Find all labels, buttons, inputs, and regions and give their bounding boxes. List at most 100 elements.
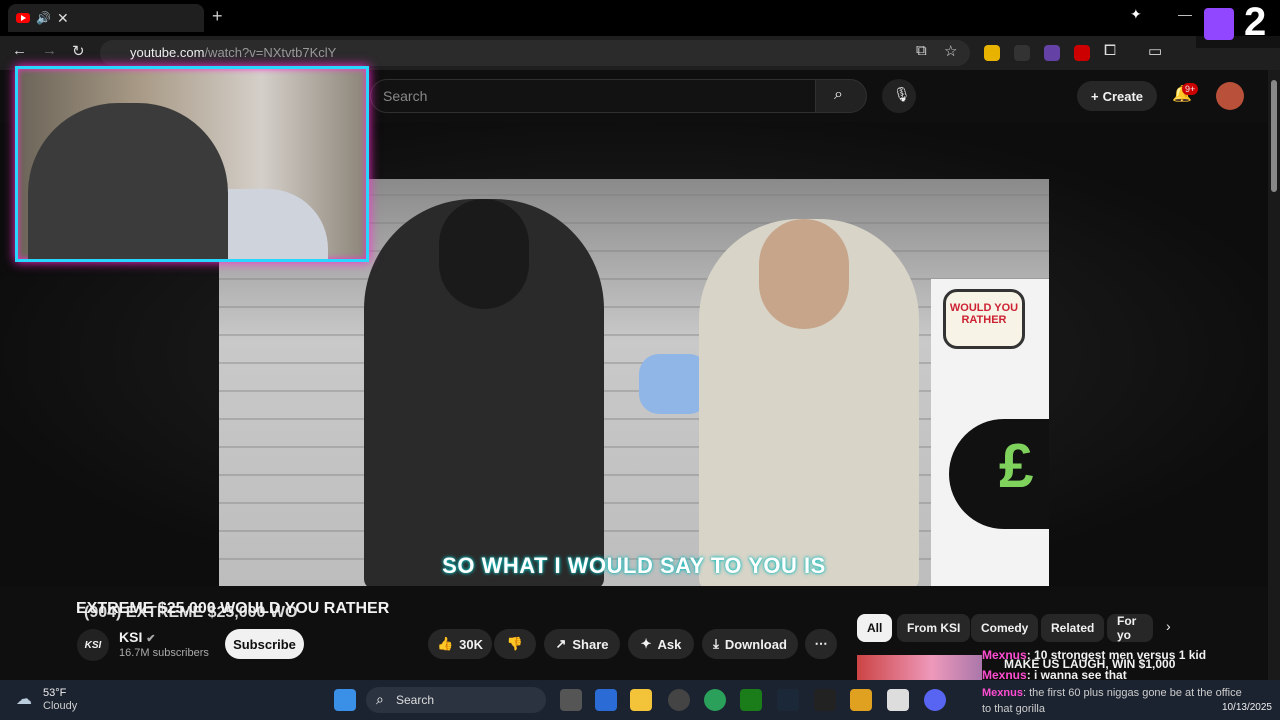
webcam-streamer xyxy=(28,103,228,259)
chip-from-ksi[interactable]: From KSI xyxy=(897,614,971,642)
weather-temp[interactable]: 53°F xyxy=(43,687,66,699)
microphone-icon: 🎙 xyxy=(893,86,911,102)
minimize-button[interactable]: — xyxy=(1178,6,1192,22)
browser-toolbar: ← → ↻ youtube.com/watch?v=NXtvtb7KclY ⧉ … xyxy=(0,36,1280,70)
person-right-head xyxy=(759,219,849,329)
task-view-icon[interactable] xyxy=(560,689,582,711)
close-tab-icon[interactable]: ✕ xyxy=(57,10,69,27)
extension-twitch-icon[interactable] xyxy=(1044,45,1060,61)
new-tab-button[interactable]: + xyxy=(212,6,223,27)
taskbar-date[interactable]: 10/13/2025 xyxy=(1220,702,1272,713)
rockstar-icon[interactable] xyxy=(850,689,872,711)
extension-diamond-icon[interactable] xyxy=(1014,45,1030,61)
weather-condition[interactable]: Cloudy xyxy=(43,700,77,712)
chip-related[interactable]: Related xyxy=(1041,614,1105,642)
store-icon[interactable] xyxy=(595,689,617,711)
extension-red-icon[interactable] xyxy=(1074,45,1090,61)
notification-badge: 9+ xyxy=(1182,83,1199,95)
twitch-viewer-overlay: 2 xyxy=(1196,0,1280,48)
chat-message: to that gorilla xyxy=(982,703,1045,715)
share-icon: ↗ xyxy=(555,636,567,651)
streamer-webcam xyxy=(15,66,369,262)
audio-icon: 🔊 xyxy=(36,11,51,25)
create-button[interactable]: + Create xyxy=(1077,81,1157,111)
page-scrollbar[interactable] xyxy=(1268,70,1280,680)
download-label: Download xyxy=(724,636,787,652)
bookmark-star-icon[interactable]: ☆ xyxy=(944,42,957,60)
browser-tab-strip: (904) EXTREME $25,000 WO 🔊 ✕ + ✦ — xyxy=(0,0,1280,621)
chat-text: to that gorilla xyxy=(982,703,1045,715)
chips-next-arrow-icon[interactable]: › xyxy=(1166,618,1171,634)
chip-all[interactable]: All xyxy=(857,614,893,642)
extensions-puzzle-icon[interactable]: ⧠ xyxy=(1104,42,1116,59)
person-right xyxy=(699,219,919,586)
thumbs-down-icon: 👎 xyxy=(506,636,524,651)
cast-icon[interactable]: ⧉ xyxy=(916,42,927,59)
chat-message: Mexnus: the first 60 plus niggas gone be… xyxy=(982,687,1242,699)
youtube-favicon-icon xyxy=(16,13,30,23)
sidepanel-icon[interactable]: ▭ xyxy=(1148,42,1162,60)
search-input[interactable]: Search xyxy=(370,79,816,113)
xbox-icon[interactable] xyxy=(740,689,762,711)
video-title: EXTREME $25,000 WOULD YOU RATHER xyxy=(76,600,390,617)
ask-button[interactable]: ✦ Ask xyxy=(628,629,694,659)
steam-icon[interactable] xyxy=(777,689,799,711)
share-label: Share xyxy=(572,636,609,652)
more-actions-button[interactable]: ⋯ xyxy=(805,629,837,659)
twitch-logo-icon xyxy=(1204,8,1234,40)
epic-games-icon[interactable] xyxy=(814,689,836,711)
browser-tab[interactable]: (904) EXTREME $25,000 WO 🔊 ✕ xyxy=(8,4,297,621)
chat-text: : the first 60 plus niggas gone be at th… xyxy=(1022,687,1242,699)
taskbar-search[interactable]: Search xyxy=(366,687,546,713)
chrome-icon[interactable] xyxy=(704,689,726,711)
search-button[interactable]: ⌕ xyxy=(815,79,867,113)
ask-label: Ask xyxy=(657,636,682,652)
chip-comedy[interactable]: Comedy xyxy=(971,614,1039,642)
app-icon[interactable] xyxy=(668,689,690,711)
show-banner: WOULD YOU RATHER £ xyxy=(931,279,1049,586)
channel-avatar[interactable]: KSI xyxy=(77,629,109,661)
person-left-head xyxy=(439,199,529,309)
subscribe-button[interactable]: Subscribe xyxy=(225,629,304,659)
channel-name[interactable]: KSI ✔ xyxy=(119,629,155,645)
url-path: /watch?v=NXtvtb7KclY xyxy=(204,45,337,60)
like-count: 30K xyxy=(459,636,484,652)
extension-color-icon[interactable] xyxy=(984,45,1000,61)
viewer-count: 2 xyxy=(1244,0,1267,44)
thumbs-up-icon: 👍 xyxy=(436,636,454,651)
7zip-icon[interactable] xyxy=(887,689,909,711)
discord-icon[interactable] xyxy=(924,689,946,711)
pound-sign: £ xyxy=(949,419,1049,529)
more-dots-icon: ⋯ xyxy=(814,636,828,651)
gemini-icon[interactable]: ✦ xyxy=(1130,6,1142,23)
reload-button[interactable]: ↻ xyxy=(72,42,85,60)
voice-search-button[interactable]: 🎙 xyxy=(882,79,916,113)
taskbar-search-icon: ⌕ xyxy=(376,691,384,707)
forward-button[interactable]: → xyxy=(42,42,57,59)
download-icon: ⤓ xyxy=(713,636,719,651)
verified-check-icon: ✔ xyxy=(146,633,156,645)
plus-icon: + xyxy=(1090,88,1099,104)
create-label: Create xyxy=(1102,88,1144,104)
back-button[interactable]: ← xyxy=(12,42,27,59)
cloud-weather-icon[interactable]: ☁ xyxy=(16,689,32,709)
sparkle-icon: ✦ xyxy=(640,636,652,651)
address-bar[interactable]: youtube.com/watch?v=NXtvtb7KclY xyxy=(100,40,970,66)
person-left xyxy=(364,199,604,586)
chip-for-you[interactable]: For yo xyxy=(1107,614,1153,642)
like-button[interactable]: 👍 30K xyxy=(428,629,492,659)
recommended-video-thumbnail[interactable] xyxy=(857,655,982,680)
account-avatar[interactable] xyxy=(1216,82,1244,110)
windows-start-icon[interactable] xyxy=(334,689,356,711)
chat-user: Mexnus xyxy=(982,687,1023,699)
dislike-button[interactable]: 👎 xyxy=(494,629,536,659)
share-button[interactable]: ↗ Share xyxy=(544,629,620,659)
channel-name-text: KSI xyxy=(119,629,143,645)
download-button[interactable]: ⤓ Download xyxy=(702,629,798,659)
file-explorer-icon[interactable] xyxy=(630,689,652,711)
video-caption: SO WHAT I WOULD SAY TO YOU IS xyxy=(442,553,826,578)
would-you-rather-logo: WOULD YOU RATHER xyxy=(943,289,1025,349)
url-host: youtube.com xyxy=(130,45,205,60)
scrollbar-thumb[interactable] xyxy=(1271,80,1277,192)
subscriber-count: 16.7M subscribers xyxy=(119,647,209,659)
